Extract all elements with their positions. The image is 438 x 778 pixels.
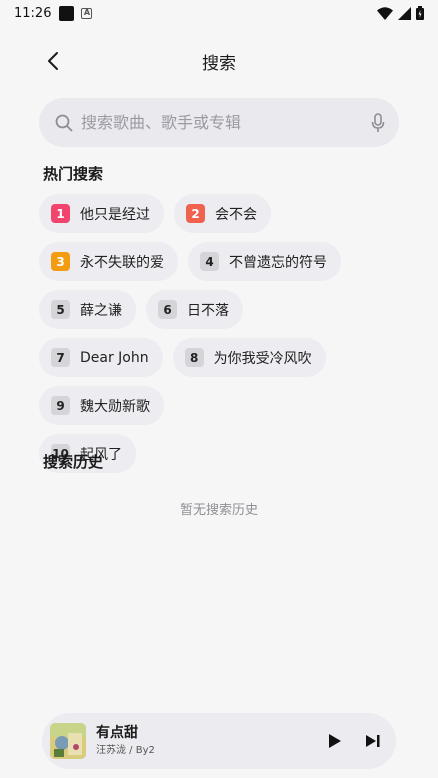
header: 搜索 bbox=[0, 40, 438, 82]
hot-search-text: 永不失联的爱 bbox=[80, 254, 164, 271]
search-history-title: 搜索历史 bbox=[43, 453, 104, 471]
rank-badge: 1 bbox=[51, 204, 70, 223]
search-icon bbox=[55, 114, 73, 131]
skip-next-icon bbox=[366, 735, 380, 747]
hot-search-text: 会不会 bbox=[215, 206, 257, 223]
hot-search-text: 魏大勋新歌 bbox=[80, 398, 150, 415]
status-icons bbox=[377, 6, 424, 20]
rank-badge: 4 bbox=[200, 252, 219, 271]
hot-search-text: 他只是经过 bbox=[80, 206, 150, 223]
hot-search-item[interactable]: 1 他只是经过 bbox=[39, 194, 164, 233]
player-controls bbox=[324, 730, 384, 752]
rank-badge: 5 bbox=[51, 300, 70, 319]
hot-search-title: 热门搜索 bbox=[43, 165, 104, 183]
hot-search-item[interactable]: 3 永不失联的爱 bbox=[39, 242, 178, 281]
page-title: 搜索 bbox=[202, 53, 236, 74]
rank-badge: 2 bbox=[186, 204, 205, 223]
hot-search-text: 不曾遗忘的符号 bbox=[229, 254, 327, 271]
hot-search-list: 1 他只是经过 2 会不会 3 永不失联的爱 4 不曾遗忘的符号 5 薛之谦 6… bbox=[39, 194, 369, 473]
hot-search-text: 日不落 bbox=[187, 302, 229, 319]
status-time: 11:26 bbox=[14, 5, 52, 21]
hot-search-item[interactable]: 6 日不落 bbox=[146, 290, 243, 329]
play-button[interactable] bbox=[324, 730, 346, 752]
status-bar: 11:26 A bbox=[0, 0, 438, 26]
hot-search-text: 薛之谦 bbox=[80, 302, 122, 319]
hot-search-text: 为你我受冷风吹 bbox=[213, 350, 312, 367]
cell-signal-icon bbox=[398, 6, 411, 20]
next-track-button[interactable] bbox=[362, 730, 384, 752]
hot-search-item[interactable]: 8 为你我受冷风吹 bbox=[172, 338, 326, 377]
microphone-icon[interactable] bbox=[371, 112, 385, 133]
rank-badge: 6 bbox=[158, 300, 177, 319]
track-artist: 汪苏泷 / By2 bbox=[96, 745, 155, 756]
hot-search-item[interactable]: 9 魏大勋新歌 bbox=[39, 386, 164, 425]
rank-badge: 7 bbox=[51, 348, 70, 367]
hot-search-item[interactable]: 7 Dear John bbox=[39, 338, 163, 377]
rank-badge: 8 bbox=[184, 348, 204, 367]
play-icon bbox=[329, 734, 341, 748]
battery-icon bbox=[416, 6, 424, 20]
chevron-left-icon bbox=[48, 52, 58, 70]
album-art-icon bbox=[50, 723, 86, 759]
wifi-icon bbox=[377, 6, 393, 20]
hot-search-item[interactable]: 2 会不会 bbox=[174, 194, 271, 233]
back-button[interactable] bbox=[40, 48, 66, 74]
track-title: 有点甜 bbox=[96, 725, 138, 741]
track-info: 有点甜 汪苏泷 / By2 bbox=[96, 724, 155, 758]
app-notification-icon: A bbox=[81, 7, 93, 19]
rank-badge: 3 bbox=[51, 252, 70, 271]
hot-search-item[interactable]: 5 薛之谦 bbox=[39, 290, 136, 329]
hot-search-text: Dear John bbox=[80, 349, 149, 366]
mini-player[interactable]: 有点甜 汪苏泷 / By2 bbox=[42, 713, 396, 769]
notification-icon bbox=[59, 5, 75, 21]
album-cover[interactable] bbox=[50, 723, 86, 759]
hot-search-item[interactable]: 4 不曾遗忘的符号 bbox=[188, 242, 341, 281]
search-input[interactable] bbox=[81, 113, 371, 132]
rank-badge: 9 bbox=[51, 396, 70, 415]
search-bar[interactable] bbox=[39, 98, 399, 147]
history-empty-text: 暂无搜索历史 bbox=[179, 503, 258, 518]
